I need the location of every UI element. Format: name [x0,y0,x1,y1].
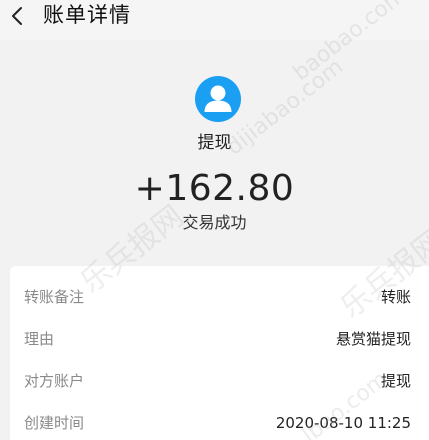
detail-value: 提现 [380,372,411,390]
detail-value: 悬赏猫提现 [335,330,411,348]
detail-list: 转账备注 转账 理由 悬赏猫提现 对方账户 提现 创建时间 2020-08-10… [10,266,429,440]
user-avatar-icon [195,76,241,122]
transaction-status: 交易成功 [182,213,247,232]
detail-row-remark: 转账备注 转账 [10,285,429,309]
detail-label: 理由 [24,330,55,348]
detail-value: 2020-08-10 11:25 [275,414,411,432]
detail-row-created-time: 创建时间 2020-08-10 11:25 [10,411,429,435]
nav-bar: 账单详情 [0,0,429,40]
detail-value: 转账 [380,288,411,306]
page-title: 账单详情 [43,3,131,27]
detail-row-reason: 理由 悬赏猫提现 [10,327,429,351]
detail-row-counterparty: 对方账户 提现 [10,369,429,393]
transaction-type: 提现 [197,133,232,153]
detail-label: 创建时间 [24,414,85,432]
bill-detail-screen: 账单详情 提现 +162.80 交易成功 转账备注 转账 理由 悬赏猫提现 对方… [0,0,429,440]
chevron-left-icon[interactable] [8,6,28,26]
transaction-summary: 提现 +162.80 交易成功 [0,40,429,262]
detail-label: 转账备注 [24,288,85,306]
detail-label: 对方账户 [24,372,85,390]
transaction-amount: +162.80 [134,168,295,209]
